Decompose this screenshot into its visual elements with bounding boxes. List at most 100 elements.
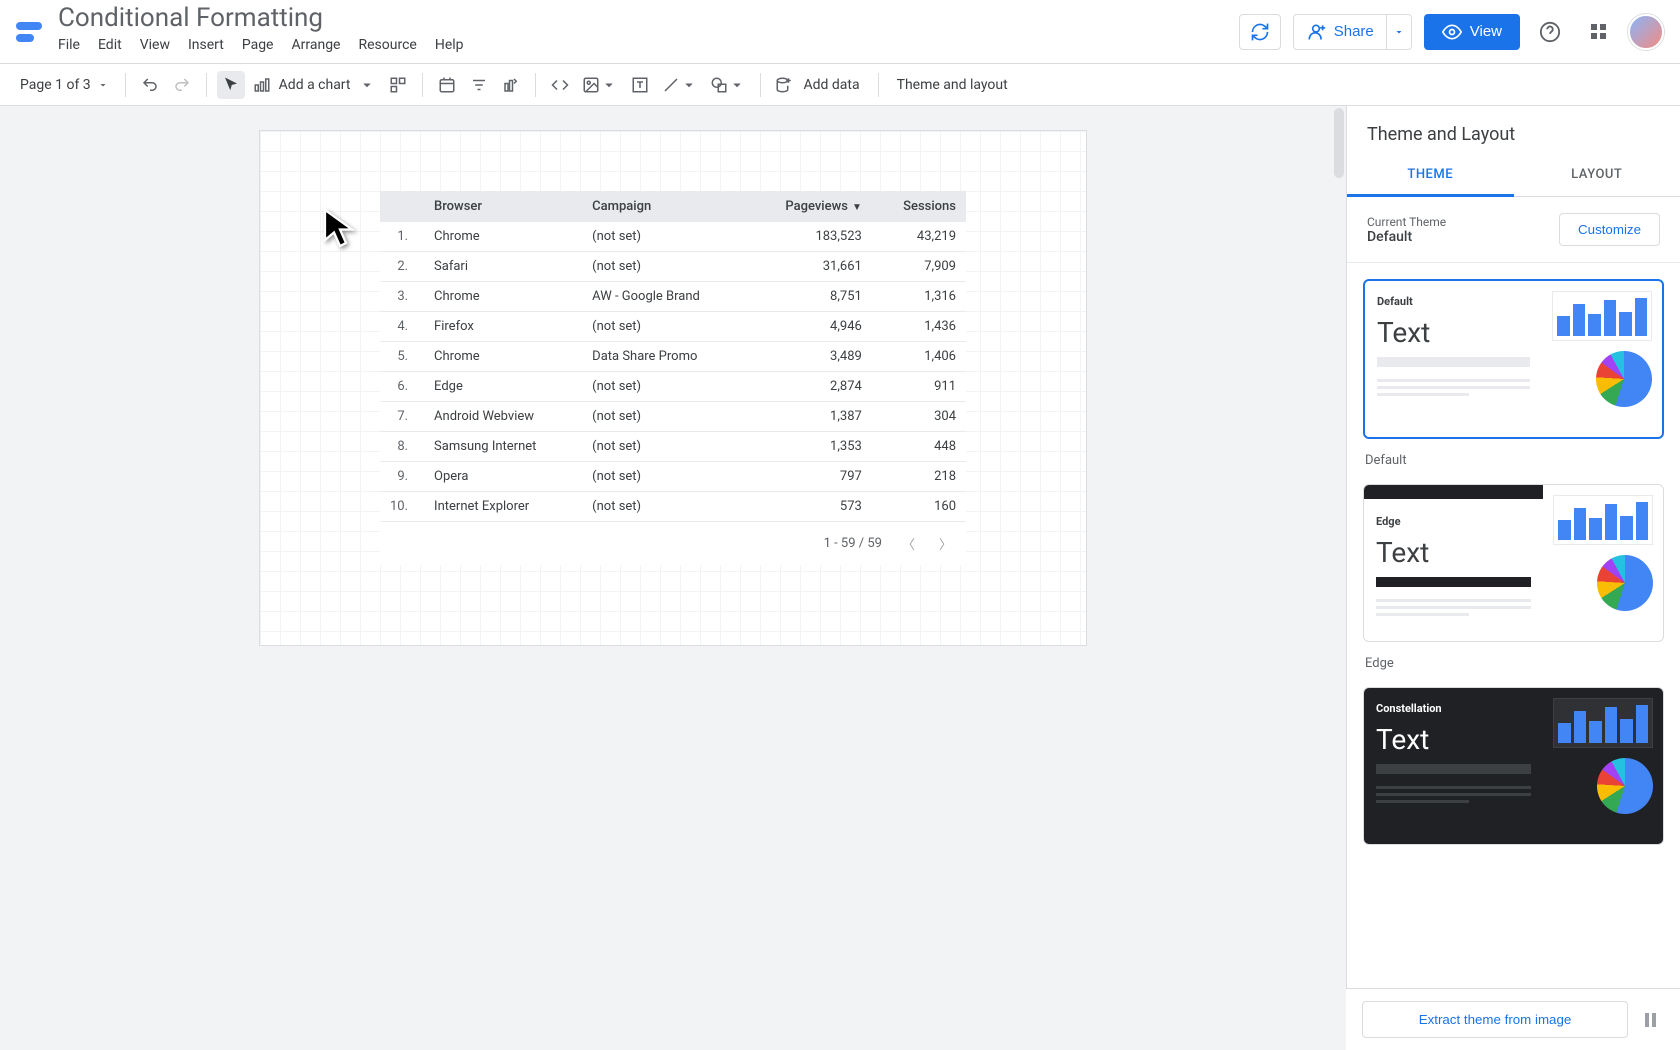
shape-button[interactable] — [706, 71, 750, 99]
table-row[interactable]: 8. Samsung Internet (not set) 1,353 448 — [380, 432, 966, 462]
pause-button[interactable] — [1636, 1006, 1664, 1034]
chevron-down-icon — [680, 76, 698, 94]
canvas-scrollbar[interactable] — [1332, 106, 1346, 1050]
col-browser[interactable]: Browser — [424, 191, 582, 222]
apps-button[interactable] — [1580, 14, 1616, 50]
select-tool[interactable] — [217, 71, 245, 99]
mini-pie-chart-icon — [1597, 758, 1653, 814]
filter-icon — [470, 76, 488, 94]
table-row[interactable]: 9. Opera (not set) 797 218 — [380, 462, 966, 492]
tab-theme[interactable]: THEME — [1347, 155, 1514, 197]
app-logo — [16, 17, 46, 47]
table-row[interactable]: 7. Android Webview (not set) 1,387 304 — [380, 402, 966, 432]
mini-bar-chart-icon — [1553, 698, 1653, 748]
table-row[interactable]: 6. Edge (not set) 2,874 911 — [380, 372, 966, 402]
redo-button[interactable] — [168, 71, 196, 99]
redo-icon — [173, 76, 191, 94]
url-embed-button[interactable] — [546, 71, 574, 99]
account-avatar[interactable] — [1628, 14, 1664, 50]
code-icon — [551, 76, 569, 94]
menu-resource[interactable]: Resource — [350, 35, 424, 55]
menu-view[interactable]: View — [132, 35, 178, 55]
chevron-down-icon — [600, 76, 618, 94]
share-dropdown[interactable] — [1386, 14, 1412, 50]
sort-desc-icon: ▼ — [852, 202, 862, 213]
prev-page-button[interactable]: 〈 — [898, 530, 919, 557]
cursor-icon — [322, 206, 358, 254]
add-chart-button[interactable]: Add a chart — [249, 71, 381, 99]
page-selector[interactable]: Page 1 of 3 — [14, 73, 115, 97]
chevron-down-icon — [358, 76, 376, 94]
menu-edit[interactable]: Edit — [90, 35, 130, 55]
table-row[interactable]: 5. Chrome Data Share Promo 3,489 1,406 — [380, 342, 966, 372]
shape-icon — [710, 76, 728, 94]
blocks-icon — [389, 76, 407, 94]
data-table-chart[interactable]: Browser Campaign Pageviews▼ Sessions 1. … — [380, 191, 966, 565]
add-data-label: Add data — [799, 77, 863, 93]
data-control-button[interactable] — [497, 71, 525, 99]
data-control-icon — [502, 76, 520, 94]
menu-page[interactable]: Page — [234, 35, 282, 55]
theme-card-edge[interactable]: Edge Text — [1363, 484, 1664, 642]
image-button[interactable] — [578, 71, 622, 99]
mini-bar-chart-icon — [1552, 291, 1652, 341]
extract-theme-button[interactable]: Extract theme from image — [1362, 1001, 1628, 1038]
theme-name-default: Default — [1363, 447, 1664, 484]
image-icon — [582, 76, 600, 94]
doc-title[interactable]: Conditional Formatting — [58, 4, 472, 33]
theme-layout-panel: Theme and Layout THEME LAYOUT Current Th… — [1346, 106, 1680, 1050]
person-add-icon — [1306, 22, 1326, 42]
add-data-button[interactable]: Add data — [771, 71, 867, 99]
chevron-down-icon — [728, 76, 746, 94]
theme-card-constellation[interactable]: Constellation Text — [1363, 687, 1664, 845]
refresh-button[interactable] — [1239, 14, 1281, 50]
date-range-button[interactable] — [433, 71, 461, 99]
tab-layout[interactable]: LAYOUT — [1514, 155, 1680, 196]
report-canvas[interactable]: Browser Campaign Pageviews▼ Sessions 1. … — [259, 130, 1087, 646]
theme-layout-button[interactable]: Theme and layout — [889, 71, 1016, 99]
table-row[interactable]: 2. Safari (not set) 31,661 7,909 — [380, 252, 966, 282]
apps-icon — [1591, 24, 1606, 39]
page-label: Page 1 of 3 — [20, 77, 91, 93]
text-button[interactable] — [626, 71, 654, 99]
help-button[interactable] — [1532, 14, 1568, 50]
mini-pie-chart-icon — [1596, 351, 1652, 407]
community-viz-button[interactable] — [384, 71, 412, 99]
chart-icon — [253, 76, 271, 94]
header: Conditional Formatting File Edit View In… — [0, 0, 1680, 64]
theme-layout-label: Theme and layout — [893, 77, 1012, 93]
next-page-button[interactable]: 〉 — [935, 530, 956, 557]
filter-button[interactable] — [465, 71, 493, 99]
chevron-down-icon — [97, 79, 109, 91]
share-label: Share — [1334, 23, 1374, 40]
pagination-info: 1 - 59 / 59 — [824, 536, 882, 551]
line-button[interactable] — [658, 71, 702, 99]
menu-insert[interactable]: Insert — [180, 35, 232, 55]
theme-list[interactable]: Default Text Default Edge — [1347, 263, 1680, 1050]
mini-bar-chart-icon — [1553, 495, 1653, 545]
panel-title: Theme and Layout — [1347, 106, 1680, 155]
table-row[interactable]: 10. Internet Explorer (not set) 573 160 — [380, 492, 966, 522]
canvas-area[interactable]: Browser Campaign Pageviews▼ Sessions 1. … — [0, 106, 1346, 1050]
menu-file[interactable]: File — [50, 35, 88, 55]
calendar-icon — [438, 76, 456, 94]
col-campaign[interactable]: Campaign — [582, 191, 747, 222]
col-pageviews[interactable]: Pageviews▼ — [747, 191, 872, 222]
mini-pie-chart-icon — [1597, 555, 1653, 611]
cursor-icon — [222, 76, 240, 94]
view-button[interactable]: View — [1424, 14, 1520, 50]
table-row[interactable]: 1. Chrome (not set) 183,523 43,219 — [380, 222, 966, 252]
theme-card-default[interactable]: Default Text — [1363, 279, 1664, 439]
undo-icon — [141, 76, 159, 94]
table-row[interactable]: 4. Firefox (not set) 4,946 1,436 — [380, 312, 966, 342]
undo-button[interactable] — [136, 71, 164, 99]
customize-button[interactable]: Customize — [1559, 213, 1660, 246]
menu-arrange[interactable]: Arrange — [284, 35, 349, 55]
table-row[interactable]: 3. Chrome AW - Google Brand 8,751 1,316 — [380, 282, 966, 312]
text-icon — [631, 76, 649, 94]
col-sessions[interactable]: Sessions — [872, 191, 966, 222]
current-theme-name: Default — [1367, 229, 1446, 245]
share-button[interactable]: Share — [1293, 14, 1386, 50]
menu-help[interactable]: Help — [427, 35, 472, 55]
col-index[interactable] — [380, 191, 424, 222]
